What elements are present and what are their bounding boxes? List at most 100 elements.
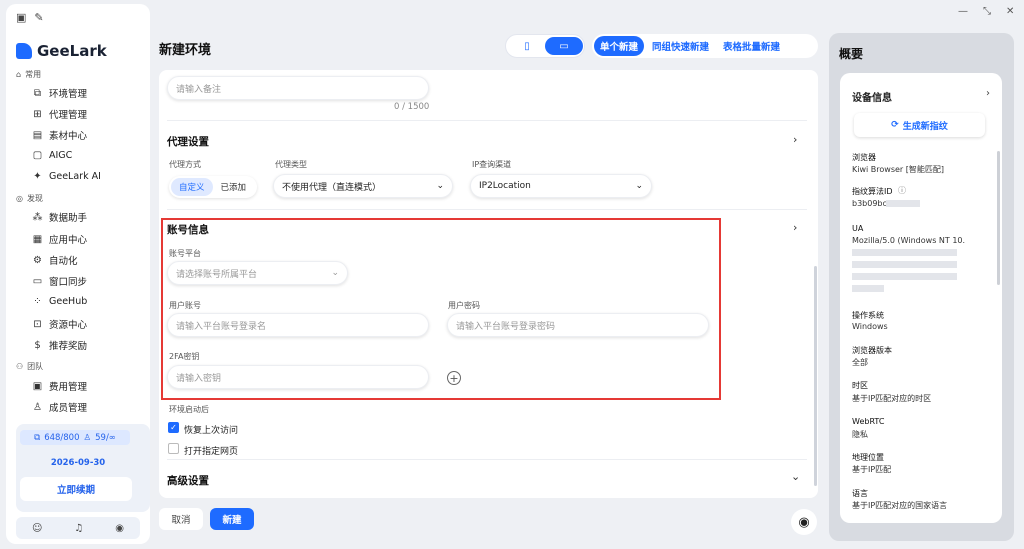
open-page-checkbox[interactable] xyxy=(168,443,179,454)
ip-check-select[interactable]: IP2Location ⌄ xyxy=(470,174,652,198)
info-value: 隐私 xyxy=(852,430,868,439)
sidebar-item-environment[interactable]: ⧉ 环境管理 xyxy=(32,86,87,101)
minimize-icon[interactable]: — xyxy=(958,6,968,17)
advanced-section-title[interactable]: 高级设置 xyxy=(167,473,209,488)
support-icon[interactable]: ☺ xyxy=(32,523,42,534)
device-type-toggle: ▯ ▭ xyxy=(505,34,585,58)
create-button[interactable]: 新建 xyxy=(210,508,254,530)
overview-panel: 概要 设备信息 › ⟳ 生成新指纹 浏览器 Kiwi Browser [智能匹配]… xyxy=(829,33,1014,541)
expiry-date: 2026-09-30 xyxy=(50,458,106,468)
quota-badge: ⧉ 648/800 ♙ 59/∞ xyxy=(20,430,130,445)
section-discover: ◎ 发现 xyxy=(16,194,43,203)
collapse-sidebar-icon[interactable]: ▣ xyxy=(16,11,26,24)
platform-label: 账号平台 xyxy=(169,249,201,258)
sidebar-item-geehub[interactable]: ⁘ GeeHub xyxy=(32,296,87,307)
user-icon[interactable]: ◉ xyxy=(115,523,124,534)
chevron-right-icon[interactable]: › xyxy=(793,133,797,146)
proxy-method-added[interactable]: 已添加 xyxy=(213,178,255,196)
restore-icon[interactable]: ⤡ xyxy=(983,6,991,17)
startup-label: 环境启动后 xyxy=(169,405,209,414)
section-common: ⌂ 常用 xyxy=(16,70,42,79)
section-team: ⚇ 团队 xyxy=(16,362,44,371)
renew-button[interactable]: 立即续期 xyxy=(20,477,132,501)
bell-icon[interactable]: ♫ xyxy=(74,523,83,534)
form-scrollbar[interactable] xyxy=(814,266,817,486)
environment-icon: ⧉ xyxy=(33,87,42,99)
info-icon[interactable]: ⓘ xyxy=(898,185,906,196)
sidebar-item-resource[interactable]: ⊡ 资源中心 xyxy=(32,317,87,332)
platform-select[interactable]: 请选择账号所属平台 ⌄ xyxy=(167,261,348,285)
app-name: GeeLark xyxy=(37,42,107,60)
close-icon[interactable]: ✕ xyxy=(1006,6,1014,17)
user-password-input[interactable]: 请输入平台账号登录密码 xyxy=(447,313,709,337)
material-icon: ▤ xyxy=(32,129,43,141)
billing-icon: ▣ xyxy=(32,380,43,392)
sidebar-item-billing[interactable]: ▣ 费用管理 xyxy=(32,379,87,394)
chevron-right-icon[interactable]: › xyxy=(793,221,797,234)
sidebar-item-apps[interactable]: ▦ 应用中心 xyxy=(32,232,87,247)
resource-icon: ⊡ xyxy=(33,318,42,330)
members-icon: ♙ xyxy=(33,401,42,413)
divider xyxy=(167,120,807,121)
mobile-device-icon[interactable]: ▯ xyxy=(508,37,546,55)
tab-group-quick-create[interactable]: 同组快速新建 xyxy=(646,36,715,56)
add-twofa-icon[interactable]: + xyxy=(447,371,461,385)
proxy-section-title: 代理设置 xyxy=(167,136,209,148)
twofa-input[interactable]: 请输入密钥 xyxy=(167,365,429,389)
member-icon: ♙ xyxy=(83,432,92,443)
info-value: 基于IP匹配 xyxy=(852,465,892,474)
open-page-label: 打开指定网页 xyxy=(184,447,239,457)
devices-icon: ⧉ xyxy=(34,432,41,443)
info-key: 时区 xyxy=(852,381,868,390)
tab-batch-create[interactable]: 表格批量新建 xyxy=(717,36,786,56)
sidebar-item-aigc[interactable]: ▢ AIGC xyxy=(32,150,73,161)
overview-title: 概要 xyxy=(839,47,864,61)
compass-icon: ◎ xyxy=(16,194,23,203)
edit-icon[interactable]: ✎ xyxy=(34,11,43,24)
sidebar-item-data[interactable]: ⁂ 数据助手 xyxy=(32,210,88,225)
chevron-down-icon: ⌄ xyxy=(436,181,444,191)
account-section-title: 账号信息 xyxy=(167,224,209,236)
overview-scrollbar[interactable] xyxy=(997,151,1000,285)
twofa-label: 2FA密钥 xyxy=(169,352,200,361)
remark-input[interactable]: 请输入备注 xyxy=(167,76,429,100)
sidebar-toolbar: ▣ ✎ xyxy=(16,11,44,24)
chevron-down-icon: ⌄ xyxy=(635,181,643,191)
user-account-input[interactable]: 请输入平台账号登录名 xyxy=(167,313,429,337)
info-key: 地理位置 xyxy=(852,453,884,462)
sidebar-item-reward[interactable]: $ 推荐奖励 xyxy=(32,338,87,353)
chevron-down-icon[interactable]: ⌄ xyxy=(791,470,800,483)
create-mode-tabs: 单个新建 同组快速新建 表格批量新建 xyxy=(592,34,818,58)
ip-check-label: IP查询渠道 xyxy=(472,160,512,169)
generate-fingerprint-button[interactable]: ⟳ 生成新指纹 xyxy=(854,113,985,137)
redacted-block xyxy=(852,273,957,280)
info-key: WebRTC xyxy=(852,417,885,426)
info-value: 全部 xyxy=(852,358,868,367)
assistant-eye-icon[interactable]: ◉ xyxy=(791,509,817,535)
hub-icon: ⁘ xyxy=(33,296,42,307)
proxy-method-label: 代理方式 xyxy=(169,160,201,169)
team-icon: ⚇ xyxy=(16,362,24,371)
sync-icon: ▭ xyxy=(32,275,43,287)
sidebar-item-members[interactable]: ♙ 成员管理 xyxy=(32,400,87,415)
sidebar-item-proxy[interactable]: ⊞ 代理管理 xyxy=(32,107,87,122)
sidebar-item-geelark-ai[interactable]: ✦ GeeLark AI xyxy=(32,171,101,182)
desktop-device-icon[interactable]: ▭ xyxy=(545,37,583,55)
proxy-method-toggle: 自定义 已添加 xyxy=(169,176,257,198)
sidebar-item-automation[interactable]: ⚙ 自动化 xyxy=(32,253,78,268)
info-key: 操作系统 xyxy=(852,311,884,320)
data-icon: ⁂ xyxy=(32,211,43,223)
info-key: 浏览器版本 xyxy=(852,346,892,355)
tab-single-create[interactable]: 单个新建 xyxy=(594,36,645,56)
chevron-right-icon[interactable]: › xyxy=(986,88,990,99)
info-key: 浏览器 xyxy=(852,153,876,162)
cancel-button[interactable]: 取消 xyxy=(159,508,203,530)
proxy-type-select[interactable]: 不使用代理（直连模式） ⌄ xyxy=(273,174,453,198)
proxy-method-custom[interactable]: 自定义 xyxy=(171,178,213,196)
restore-last-visit-checkbox[interactable]: ✓ xyxy=(168,422,179,433)
redacted-block xyxy=(852,285,884,292)
info-value: Windows xyxy=(852,322,888,331)
sidebar-item-window-sync[interactable]: ▭ 窗口同步 xyxy=(32,274,87,289)
info-value: Kiwi Browser [智能匹配] xyxy=(852,165,944,174)
sidebar-item-material[interactable]: ▤ 素材中心 xyxy=(32,128,87,143)
